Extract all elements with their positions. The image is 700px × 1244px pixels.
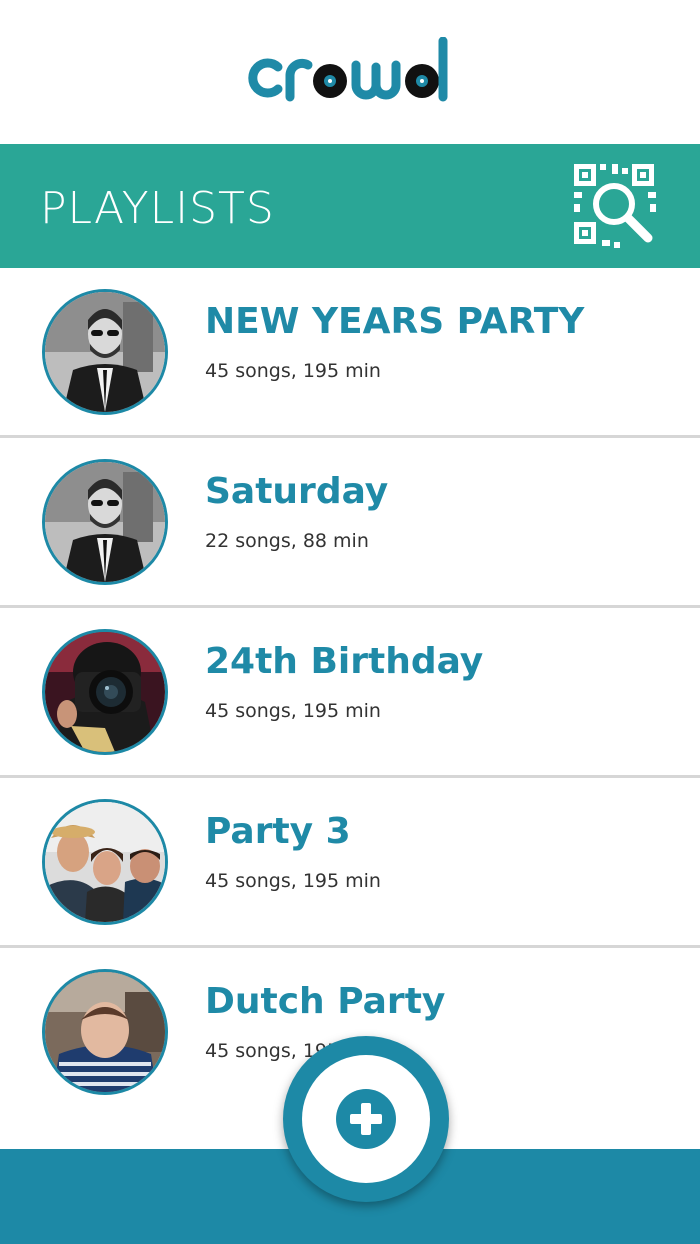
playlist-title: 24th Birthday [205,641,484,682]
playlist-row-party-3[interactable]: Party 3 45 songs, 195 min [0,778,700,948]
avatar [42,289,168,415]
add-playlist-button[interactable] [283,1036,449,1202]
avatar [42,459,168,585]
playlist-title: NEW YEARS PARTY [205,301,585,342]
playlist-row-new-years-party[interactable]: NEW YEARS PARTY 45 songs, 195 min [0,268,700,438]
add-button-inner [302,1055,430,1183]
qr-search-icon [574,164,656,248]
app-logo: crowd [0,0,700,144]
playlist-meta: 45 songs, 195 min [205,870,381,892]
playlist-row-24th-birthday[interactable]: 24th Birthday 45 songs, 195 min [0,608,700,778]
playlist-title: Party 3 [205,811,351,852]
playlist-title: Dutch Party [205,981,446,1022]
playlist-meta: 22 songs, 88 min [205,530,369,552]
playlist-row-saturday[interactable]: Saturday 22 songs, 88 min [0,438,700,608]
playlist-meta: 45 songs, 195 min [205,360,381,382]
avatar [42,629,168,755]
qr-scan-button[interactable] [570,160,662,252]
page-title: PLAYLISTS [40,183,275,234]
plus-icon [336,1089,396,1149]
playlist-meta: 45 songs, 195 min [205,700,381,722]
playlist-title: Saturday [205,471,389,512]
avatar [42,799,168,925]
playlist-list: NEW YEARS PARTY 45 songs, 195 min Saturd… [0,268,700,1115]
avatar [42,969,168,1095]
crowd-logo-icon [248,37,448,102]
